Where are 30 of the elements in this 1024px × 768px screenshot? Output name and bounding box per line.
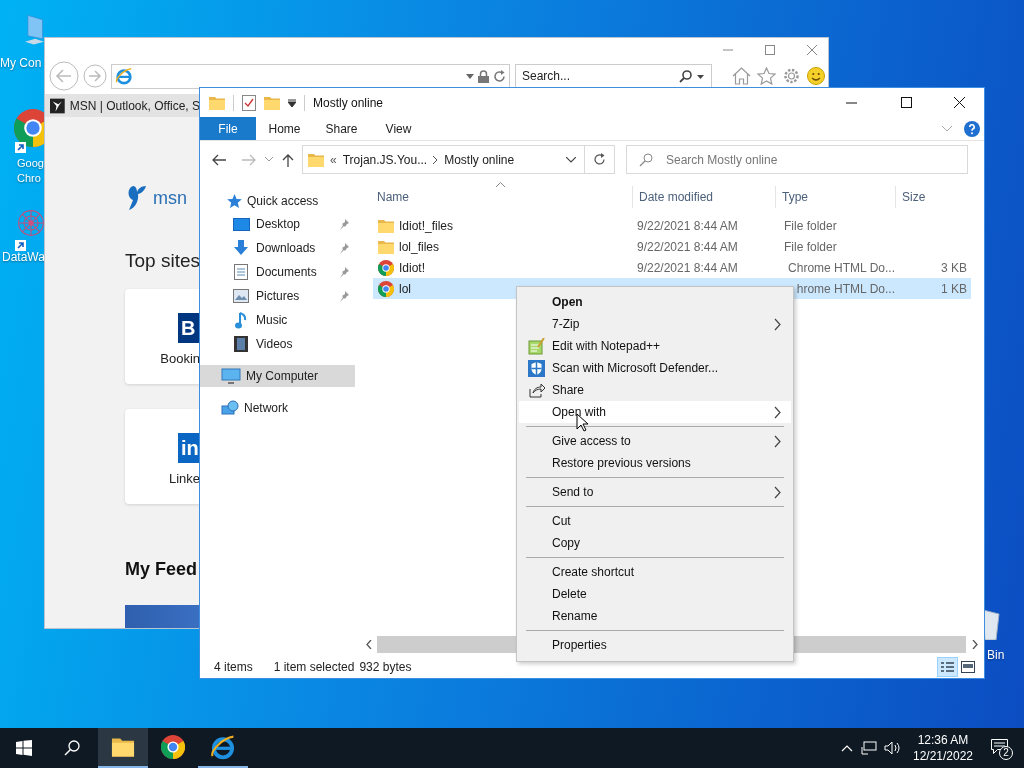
status-text: 1 item selected	[273, 659, 355, 676]
file-size: 1 KB	[941, 280, 967, 298]
site-label: Bookin	[160, 349, 200, 368]
icon-label: DataWa	[2, 250, 45, 265]
file-name: Idiot!	[399, 259, 425, 277]
status-text: 4 items	[214, 659, 253, 676]
file-type: File folder	[784, 238, 837, 256]
file-name: lol	[399, 280, 411, 298]
site-logo: in	[178, 432, 200, 463]
status-text: 932 bytes	[359, 659, 412, 676]
file-date: 9/22/2021 8:44 AM	[637, 218, 738, 233]
notification-badge: 2	[999, 746, 1013, 760]
file-type: hrome HTML Do...	[796, 280, 895, 298]
window-title: Mostly online	[313, 94, 384, 112]
file-type: File folder	[784, 217, 837, 235]
msn-logo-text: msn	[153, 186, 187, 210]
icon-label: My Con	[0, 56, 42, 71]
icon-label: Goog	[17, 156, 44, 171]
icon-label: Bin	[987, 648, 1005, 663]
file-date: 9/22/2021 8:44 AM	[637, 260, 738, 275]
section-heading: My Feed	[125, 557, 198, 581]
file-size: 3 KB	[941, 259, 967, 277]
file-date: 9/22/2021 8:44 AM	[637, 239, 738, 254]
section-heading: Top sites	[125, 249, 200, 273]
site-label: Linke	[168, 469, 200, 488]
file-name: lol_files	[399, 238, 440, 256]
file-name: Idiot!_files	[399, 217, 454, 235]
icon-label: Chro	[17, 171, 41, 186]
site-logo: B	[178, 312, 200, 343]
file-type: Chrome HTML Do...	[788, 259, 895, 277]
